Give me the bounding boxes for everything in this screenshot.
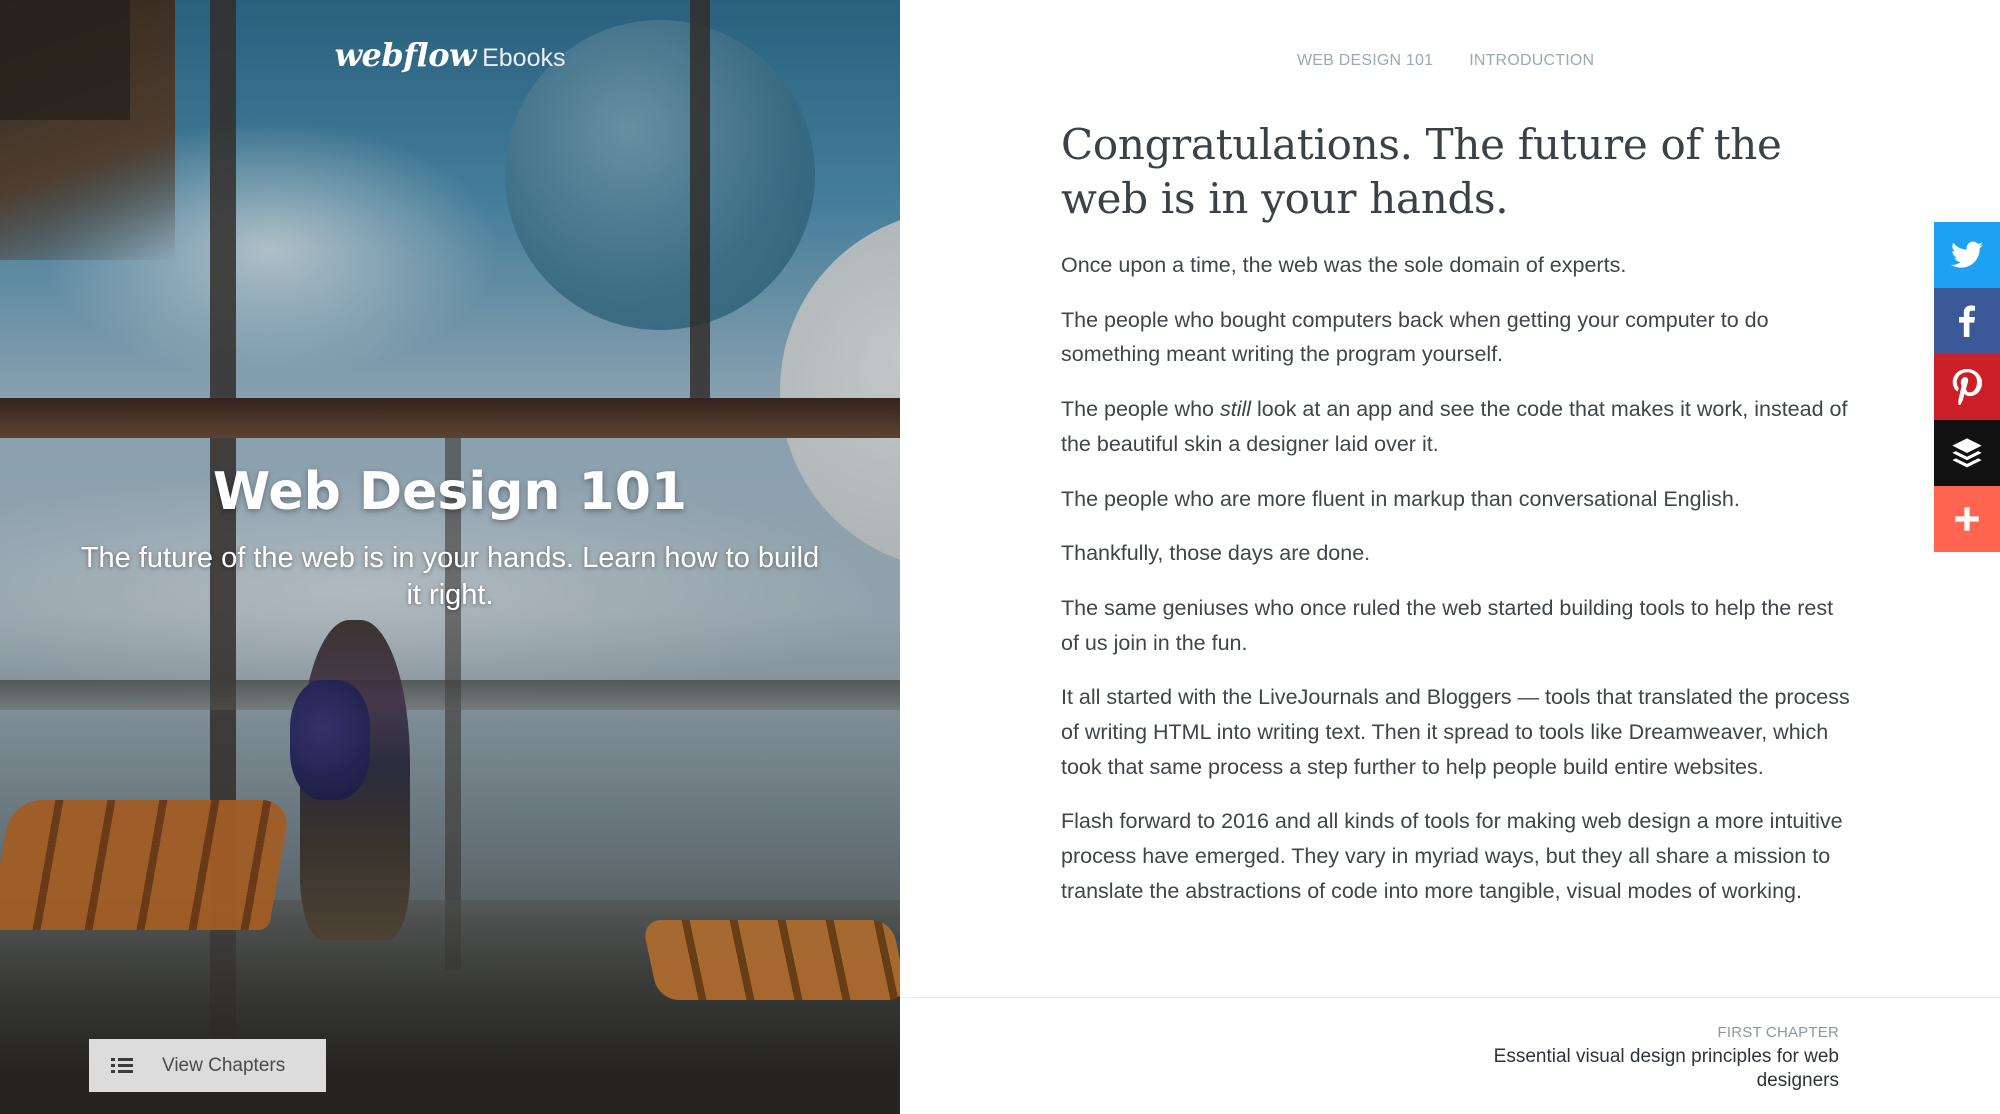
hero-cover: webflow Ebooks Web Design 101 The future … xyxy=(0,0,900,1114)
book-subtitle: The future of the web is in your hands. … xyxy=(80,542,820,611)
article-paragraph: The people who bought computers back whe… xyxy=(1061,307,1769,367)
share-twitter-button[interactable] xyxy=(1934,222,2000,288)
share-facebook-button[interactable] xyxy=(1934,288,2000,354)
next-chapter-link[interactable]: FIRST CHAPTER Essential visual design pr… xyxy=(1419,1024,1839,1093)
article-paragraph: Thankfully, those days are done. xyxy=(1061,541,1371,566)
next-chapter-title: Essential visual design principles for w… xyxy=(1493,1046,1839,1091)
article-paragraph: The same geniuses who once ruled the web… xyxy=(1061,595,1834,655)
facebook-icon xyxy=(1959,305,1975,337)
breadcrumb-chapter[interactable]: INTRODUCTION xyxy=(1469,52,1594,70)
share-more-button[interactable] xyxy=(1934,486,2000,552)
book-title: Web Design 101 xyxy=(212,462,688,522)
share-buffer-button[interactable] xyxy=(1934,420,2000,486)
emphasis-text: still xyxy=(1219,397,1252,422)
pinterest-icon xyxy=(1952,369,1982,405)
breadcrumb: WEB DESIGN 101 INTRODUCTION xyxy=(1297,52,1594,70)
article-paragraph: It all started with the LiveJournals and… xyxy=(1061,685,1850,779)
list-icon xyxy=(111,1057,133,1075)
article-paragraph: The people who are more fluent in markup… xyxy=(1061,486,1740,511)
share-bar xyxy=(1934,222,2000,552)
view-chapters-button[interactable]: View Chapters xyxy=(89,1039,326,1092)
buffer-icon xyxy=(1952,438,1982,468)
view-chapters-label: View Chapters xyxy=(162,1054,286,1076)
webflow-logo-text: webflow xyxy=(334,36,477,74)
next-chapter-kicker: FIRST CHAPTER xyxy=(1717,1024,1839,1041)
article-paragraph: Once upon a time, the web was the sole d… xyxy=(1061,253,1627,277)
brand-suffix: Ebooks xyxy=(482,44,566,72)
share-pinterest-button[interactable] xyxy=(1934,354,2000,420)
brand-logo[interactable]: webflow Ebooks xyxy=(0,36,900,74)
twitter-icon xyxy=(1951,241,1983,268)
article-paragraph: Flash forward to 2016 and all kinds of t… xyxy=(1061,809,1843,903)
article-paragraph: The people who still look at an app and … xyxy=(1061,392,1851,461)
article-body: Congratulations. The future of the web i… xyxy=(1061,118,1851,929)
breadcrumb-book[interactable]: WEB DESIGN 101 xyxy=(1297,52,1433,70)
paragraph-text: The people who xyxy=(1061,397,1220,422)
article-heading: Congratulations. The future of the web i… xyxy=(1061,120,1782,223)
plus-icon xyxy=(1955,507,1979,531)
